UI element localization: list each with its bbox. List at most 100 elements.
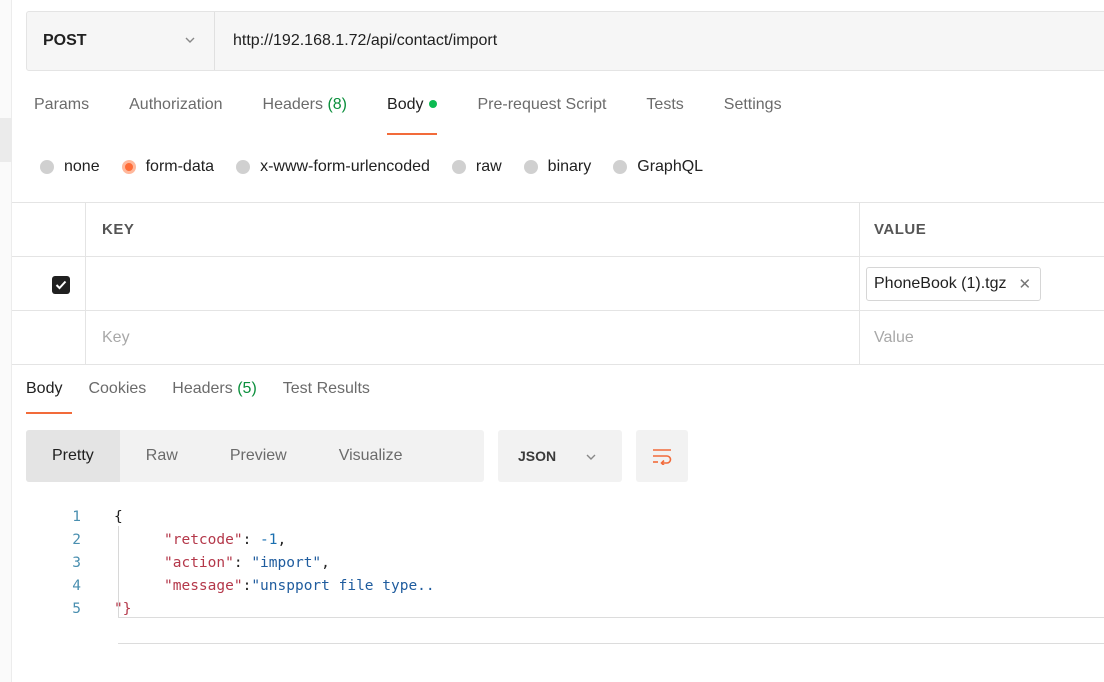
response-headers-count: (5) [237, 380, 257, 397]
table-row: PhoneBook (1).tgz ✕ [12, 257, 1104, 311]
wrap-icon [653, 449, 672, 465]
tab-body[interactable]: Body [387, 96, 438, 135]
tab-label: Headers [172, 380, 233, 397]
code-token: , [321, 554, 330, 571]
tab-label: Authorization [129, 96, 223, 113]
request-tabs: Params Authorization Headers (8) Body Pr… [34, 96, 822, 135]
tab-settings[interactable]: Settings [724, 96, 782, 126]
code-token: "retcode" [164, 531, 243, 548]
view-visualize-button[interactable]: Visualize [313, 430, 429, 482]
line-number: 1 [72, 508, 81, 525]
code-line: 5 "} [40, 597, 435, 620]
line-number: 3 [72, 554, 81, 571]
value-input[interactable]: Value [860, 311, 1104, 364]
form-data-table: KEY VALUE PhoneBook (1).tgz ✕ Key Value [12, 202, 1104, 365]
method-selector[interactable]: POST [27, 12, 215, 70]
radio-icon [236, 160, 251, 174]
code-token: "unspport file type.. [251, 577, 435, 594]
tab-label: Cookies [88, 380, 147, 397]
radio-x-www-form-urlencoded[interactable]: x-www-form-urlencoded [236, 158, 430, 176]
radio-raw[interactable]: raw [451, 158, 502, 176]
radio-label: binary [547, 158, 592, 175]
line-number: 2 [72, 531, 81, 548]
code-line: 1 { [40, 505, 435, 528]
tab-pre-request-script[interactable]: Pre-request Script [477, 96, 606, 126]
tab-label: Pre-request Script [477, 96, 607, 113]
format-select[interactable]: JSON [498, 430, 622, 482]
value-column-header: VALUE [874, 221, 927, 238]
tab-response-body[interactable]: Body [26, 380, 73, 414]
left-sidebar-edge [0, 0, 12, 682]
code-token: : [242, 577, 252, 594]
code-line: 2 "retcode": -1, [40, 528, 435, 551]
radio-icon [613, 160, 628, 174]
tab-label: Headers [262, 96, 323, 113]
sidebar-marker [0, 118, 12, 162]
body-type-radios: none form-data x-www-form-urlencoded raw… [40, 158, 725, 176]
key-column-header: KEY [86, 203, 860, 256]
radio-graphql[interactable]: GraphQL [613, 158, 703, 176]
code-token: "import" [251, 554, 322, 571]
radio-selected-icon [121, 160, 136, 174]
radio-icon [40, 160, 54, 174]
tab-label: Settings [723, 96, 782, 113]
code-token: , [277, 531, 287, 548]
tab-headers[interactable]: Headers (8) [263, 96, 348, 126]
method-label: POST [43, 32, 87, 49]
code-token: { [114, 508, 123, 525]
format-label: JSON [518, 448, 557, 464]
tab-label: Tests [646, 96, 684, 113]
table-header-row: KEY VALUE [12, 203, 1104, 257]
file-name: PhoneBook (1).tgz [874, 274, 1007, 292]
tab-authorization[interactable]: Authorization [129, 96, 222, 126]
radio-none[interactable]: none [40, 158, 100, 176]
value-cell[interactable]: PhoneBook (1).tgz ✕ [860, 257, 1104, 310]
close-icon[interactable]: ✕ [1019, 275, 1032, 293]
tab-tests[interactable]: Tests [646, 96, 683, 126]
radio-form-data[interactable]: form-data [121, 158, 215, 176]
tab-label: Test Results [282, 380, 370, 397]
key-input[interactable]: Key [86, 311, 860, 364]
chevron-down-icon [185, 37, 195, 43]
table-row-new: Key Value [12, 311, 1104, 365]
wrap-lines-button[interactable] [636, 430, 688, 482]
tab-label: Body [387, 96, 424, 113]
radio-label: none [64, 158, 100, 175]
code-line: 4 "message": "unspport file type.. [40, 574, 435, 597]
body-status-dot [429, 99, 438, 108]
line-number: 4 [72, 577, 81, 594]
code-token: "action" [164, 554, 234, 571]
current-line-highlight [118, 617, 1104, 644]
tab-params[interactable]: Params [34, 96, 89, 126]
headers-count: (8) [327, 96, 348, 113]
request-url-bar: POST http://192.168.1.72/api/contact/imp… [26, 11, 1104, 71]
tab-test-results[interactable]: Test Results [283, 380, 370, 398]
header-check-cell [12, 203, 86, 256]
chevron-down-icon [586, 454, 596, 460]
row-checkbox[interactable] [52, 276, 70, 294]
radio-label: x-www-form-urlencoded [260, 158, 430, 175]
code-token: "message" [164, 577, 243, 594]
view-preview-button[interactable]: Preview [204, 430, 313, 482]
tab-label: Params [34, 96, 90, 113]
radio-label: form-data [145, 158, 215, 175]
radio-binary[interactable]: binary [523, 158, 592, 176]
code-token: : [242, 531, 261, 548]
code-token: -1 [260, 531, 278, 548]
url-input[interactable]: http://192.168.1.72/api/contact/import [215, 12, 1104, 70]
view-raw-button[interactable]: Raw [120, 430, 204, 482]
view-mode-toolbar: Pretty Raw Preview Visualize [26, 430, 484, 482]
code-line: 3 "action": "import", [40, 551, 435, 574]
radio-label: GraphQL [637, 158, 704, 175]
radio-icon [451, 160, 466, 174]
view-pretty-button[interactable]: Pretty [26, 430, 120, 482]
tab-cookies[interactable]: Cookies [88, 380, 146, 398]
radio-icon [523, 160, 538, 174]
key-cell[interactable] [86, 257, 860, 310]
radio-label: raw [475, 158, 502, 175]
tab-response-headers[interactable]: Headers (5) [172, 380, 257, 398]
row-check-cell [12, 311, 86, 364]
code-token: : [233, 554, 252, 571]
tab-label: Body [26, 380, 63, 397]
file-chip: PhoneBook (1).tgz ✕ [866, 266, 1042, 301]
